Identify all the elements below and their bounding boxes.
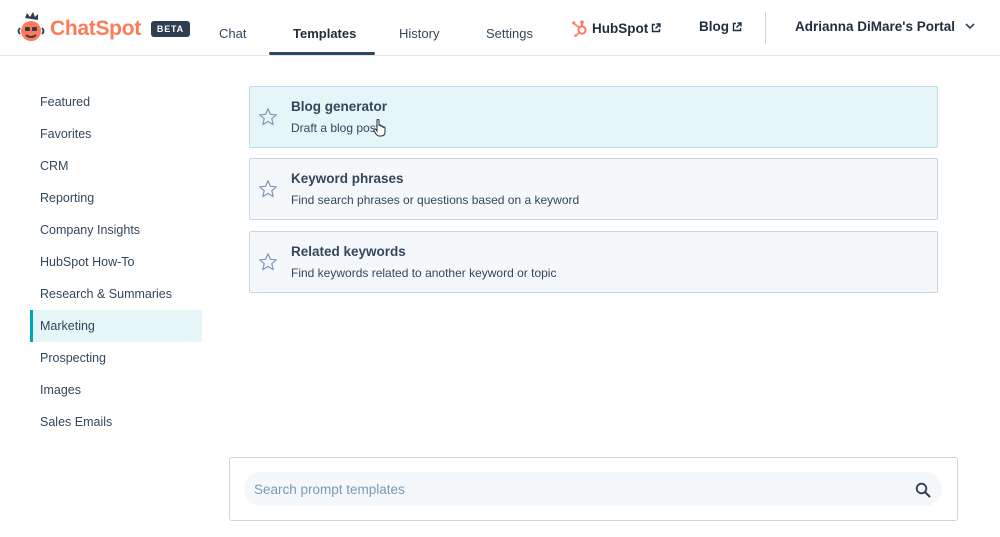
- tab-templates[interactable]: Templates: [293, 26, 356, 41]
- blog-link[interactable]: Blog: [699, 19, 742, 34]
- hubspot-link[interactable]: HubSpot: [571, 19, 661, 37]
- sidebar-item-sales-emails[interactable]: Sales Emails: [30, 406, 202, 438]
- chevron-down-icon: [965, 23, 975, 30]
- sidebar-item-favorites[interactable]: Favorites: [30, 118, 202, 150]
- portal-name: Adrianna DiMare's Portal: [795, 19, 956, 34]
- chatspot-mascot-icon: [17, 12, 45, 41]
- favorite-star-icon[interactable]: [258, 252, 278, 272]
- template-description: Find search phrases or questions based o…: [291, 193, 580, 207]
- top-header: ChatSpot BETA Chat Templates History Set…: [0, 0, 1000, 56]
- category-sidebar: Featured Favorites CRM Reporting Company…: [30, 86, 202, 438]
- template-card-related-keywords[interactable]: Related keywords Find keywords related t…: [249, 231, 938, 293]
- tab-chat[interactable]: Chat: [219, 26, 246, 41]
- blog-link-label: Blog: [699, 19, 729, 34]
- template-title: Related keywords: [291, 244, 406, 259]
- sidebar-item-prospecting[interactable]: Prospecting: [30, 342, 202, 374]
- external-link-icon: [732, 21, 742, 31]
- header-divider: [765, 12, 766, 44]
- template-card-keyword-phrases[interactable]: Keyword phrases Find search phrases or q…: [249, 158, 938, 220]
- sidebar-item-reporting[interactable]: Reporting: [30, 182, 202, 214]
- favorite-star-icon[interactable]: [258, 179, 278, 199]
- chatspot-logo[interactable]: ChatSpot BETA: [16, 12, 190, 46]
- template-title: Keyword phrases: [291, 171, 404, 186]
- sidebar-item-crm[interactable]: CRM: [30, 150, 202, 182]
- hand-pointer-cursor-icon: [373, 119, 386, 137]
- search-panel: [229, 457, 958, 521]
- hubspot-sprocket-icon: [572, 20, 587, 37]
- search-icon[interactable]: [915, 482, 931, 498]
- brand-name: ChatSpot: [50, 17, 141, 40]
- sidebar-item-featured[interactable]: Featured: [30, 86, 202, 118]
- template-description: Find keywords related to another keyword…: [291, 266, 557, 280]
- template-card-blog-generator[interactable]: Blog generator Draft a blog post: [249, 86, 938, 148]
- hubspot-link-label: HubSpot: [592, 20, 649, 36]
- active-tab-indicator: [269, 52, 375, 55]
- beta-badge: BETA: [150, 21, 190, 37]
- portal-switcher[interactable]: Adrianna DiMare's Portal: [795, 19, 975, 34]
- template-description: Draft a blog post: [291, 121, 380, 135]
- sidebar-item-marketing[interactable]: Marketing: [30, 310, 202, 342]
- sidebar-item-research-summaries[interactable]: Research & Summaries: [30, 278, 202, 310]
- tab-history[interactable]: History: [399, 26, 439, 41]
- tab-settings[interactable]: Settings: [486, 26, 533, 41]
- sidebar-item-hubspot-how-to[interactable]: HubSpot How-To: [30, 246, 202, 278]
- template-title: Blog generator: [291, 99, 388, 114]
- sidebar-item-company-insights[interactable]: Company Insights: [30, 214, 202, 246]
- search-input[interactable]: [244, 472, 942, 506]
- external-link-icon: [652, 23, 661, 33]
- sidebar-item-images[interactable]: Images: [30, 374, 202, 406]
- favorite-star-icon[interactable]: [258, 107, 278, 127]
